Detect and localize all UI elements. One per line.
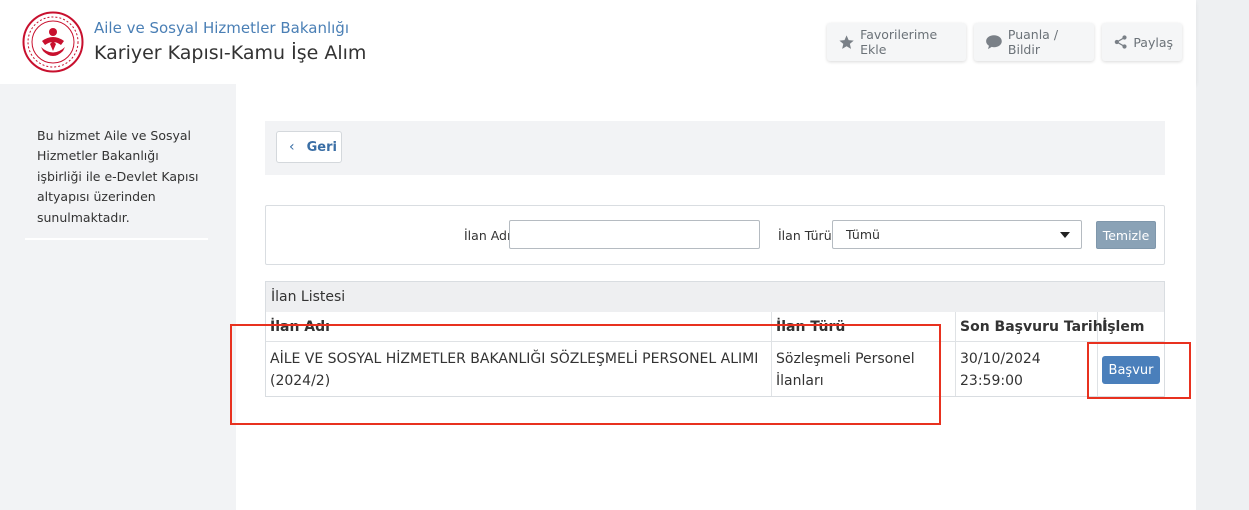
- listing-deadline-time: 23:59:00: [960, 373, 1023, 389]
- chevron-left-icon: ‹: [289, 139, 295, 155]
- ministry-name: Aile ve Sosyal Hizmetler Bakanlığı: [94, 19, 349, 37]
- ilan-turu-select[interactable]: Tümü: [832, 220, 1082, 249]
- share-label: Paylaş: [1133, 34, 1173, 50]
- back-label: Geri: [306, 139, 337, 155]
- ilan-adi-label: İlan Adı: [464, 228, 511, 243]
- listing-title: İlan Listesi: [266, 282, 1164, 312]
- annotation-highlight-apply: [1087, 342, 1191, 399]
- star-icon: [839, 34, 854, 49]
- header: Aile ve Sosyal Hizmetler Bakanlığı Kariy…: [0, 0, 1196, 84]
- column-header-action: İşlem: [1102, 319, 1145, 335]
- ministry-logo-icon: [22, 11, 84, 73]
- service-title: Kariyer Kapısı-Kamu İşe Alım: [94, 42, 367, 64]
- column-divider: [955, 312, 956, 396]
- page-edge: [1196, 0, 1249, 510]
- speech-bubble-icon: [986, 35, 1002, 50]
- favorite-label: Favorilerime Ekle: [860, 27, 938, 57]
- share-button[interactable]: Paylaş: [1102, 23, 1182, 61]
- listing-deadline-date: 30/10/2024: [960, 351, 1041, 367]
- rate-label: Puanla / Bildir: [1007, 27, 1059, 57]
- back-button[interactable]: ‹ Geri: [276, 131, 342, 163]
- annotation-highlight-listing: [230, 324, 941, 425]
- ilan-turu-label: İlan Türü: [778, 228, 832, 243]
- favorite-button[interactable]: Favorilerime Ekle: [827, 23, 966, 61]
- service-info-text: Bu hizmet Aile ve Sosyal Hizmetler Bakan…: [37, 128, 199, 225]
- column-header-deadline: Son Başvuru Tarihi: [960, 319, 1108, 335]
- clear-button[interactable]: Temizle: [1096, 221, 1156, 249]
- sidebar: Bu hizmet Aile ve Sosyal Hizmetler Bakan…: [0, 84, 236, 510]
- share-icon: [1114, 35, 1127, 49]
- sidebar-divider: [25, 238, 208, 240]
- back-bar: [265, 121, 1165, 175]
- ilan-adi-input[interactable]: [509, 220, 760, 249]
- rate-button[interactable]: Puanla / Bildir: [974, 23, 1094, 61]
- ilan-turu-selected: Tümü: [846, 227, 880, 242]
- caret-down-icon: [1060, 232, 1070, 238]
